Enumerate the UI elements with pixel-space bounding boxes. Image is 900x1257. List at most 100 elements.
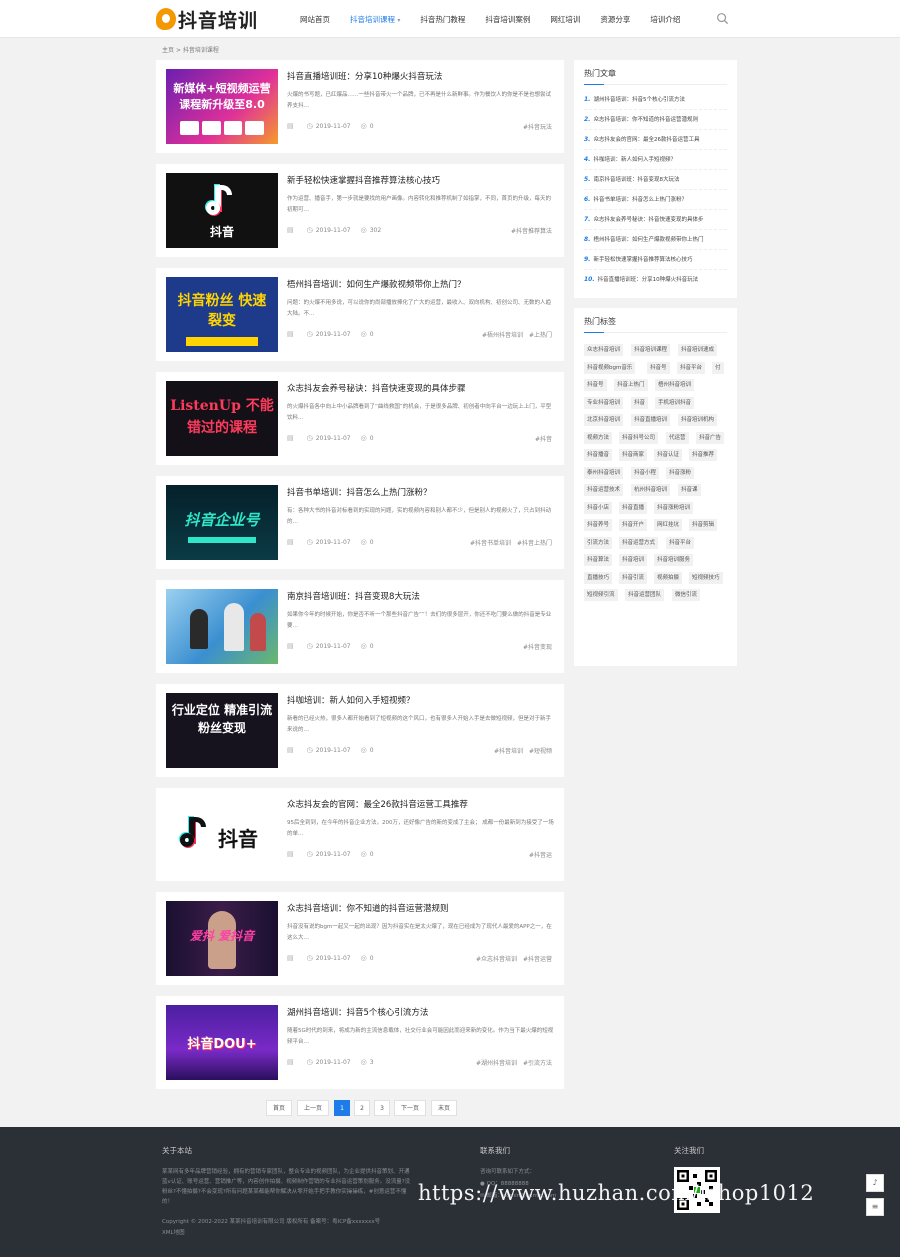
- hot-tag[interactable]: 北京抖音培训: [584, 414, 624, 426]
- article-title[interactable]: 众志抖友会养号秘诀：抖音快速变现的具体步骤: [287, 382, 466, 394]
- hot-article-link[interactable]: 南京抖音培训班：抖音变现8大玩法: [593, 177, 679, 183]
- hot-article-item[interactable]: 3. 众志抖友会的官网：最全26款抖音运营工具: [584, 130, 727, 150]
- article-thumbnail[interactable]: 行业定位 精准引流 粉丝变现: [166, 693, 278, 768]
- hot-tag[interactable]: 抖音养号: [584, 519, 613, 531]
- article-title[interactable]: 梧州抖音培训：如何生产爆款视频带你上热门？: [287, 278, 466, 290]
- nav-resources[interactable]: 资源分享: [600, 14, 630, 25]
- hot-tag[interactable]: 抖音引流: [619, 571, 648, 584]
- article-tag[interactable]: #上热门: [529, 332, 552, 339]
- article-title[interactable]: 抖音书单培训：抖音怎么上热门涨粉？: [287, 486, 432, 498]
- hot-tag[interactable]: 抖音平台: [677, 361, 706, 374]
- hot-article-item[interactable]: 7. 众志抖友会养号秘诀：抖音快速变现的具体步: [584, 210, 727, 230]
- hot-tag[interactable]: 抖音开户: [619, 519, 648, 531]
- page-first-button[interactable]: 首页: [266, 1100, 292, 1116]
- hot-tag[interactable]: 抖音直播: [619, 501, 648, 514]
- hot-article-item[interactable]: 10. 抖音直播培训班：分享10种爆火抖音玩法: [584, 270, 727, 290]
- hot-article-item[interactable]: 2. 众志抖音培训：你不知道的抖音运营潜规则: [584, 110, 727, 130]
- hot-tag[interactable]: 抖音培训服务: [654, 554, 694, 566]
- hot-tag[interactable]: 抖音培训: [619, 554, 648, 566]
- article-title[interactable]: 南京抖音培训班：抖音变现8大玩法: [287, 590, 420, 602]
- hot-tag[interactable]: 抖音培训机构: [678, 414, 718, 426]
- hot-tag[interactable]: 抖音直播培训: [631, 414, 671, 426]
- hot-article-link[interactable]: 湖州抖音培训：抖音5个核心引流方法: [593, 97, 685, 103]
- article-tag[interactable]: #短视频: [529, 748, 552, 755]
- hot-tag[interactable]: 梧州抖音培训: [655, 379, 695, 391]
- hot-article-item[interactable]: 5. 南京抖音培训班：抖音变现8大玩法: [584, 170, 727, 190]
- hot-tag[interactable]: 抖音涨粉培训: [654, 501, 694, 514]
- article-card[interactable]: 抖音粉丝 快速裂变 梧州抖音培训：如何生产爆款视频带你上热门？ 问题：的火爆不用…: [156, 268, 564, 361]
- article-title[interactable]: 湖州抖音培训：抖音5个核心引流方法: [287, 1006, 428, 1018]
- hot-tag[interactable]: 抖音涨粉: [666, 466, 695, 479]
- nav-home[interactable]: 网站首页: [300, 14, 330, 25]
- hot-tag[interactable]: 抖音推荐: [689, 449, 718, 461]
- hot-tag[interactable]: 短视频引流: [584, 589, 618, 601]
- article-thumbnail[interactable]: 抖音DOU+: [166, 1005, 278, 1080]
- hot-article-link[interactable]: 众志抖友会的官网：最全26款抖音运营工具: [593, 137, 699, 143]
- nav-tutorials[interactable]: 抖音热门教程: [420, 14, 465, 25]
- article-thumbnail[interactable]: 新媒体+短视频运营 课程新升级至8.0: [166, 69, 278, 144]
- hot-article-link[interactable]: 抖音直播培训班：分享10种爆火抖音玩法: [598, 277, 699, 283]
- hot-tag[interactable]: 抖音课: [678, 484, 701, 496]
- hot-tag[interactable]: 抖音商家: [619, 449, 648, 461]
- hot-tag[interactable]: 抖音算法: [584, 554, 613, 566]
- article-card[interactable]: 新媒体+短视频运营 课程新升级至8.0 抖音直播培训班：分享10种爆火抖音玩法 …: [156, 60, 564, 153]
- wechat-float-button[interactable]: ♪: [866, 1174, 884, 1192]
- article-thumbnail[interactable]: ListenUp 不能错过的课程: [166, 381, 278, 456]
- hot-tag[interactable]: 抖音运营方式: [619, 536, 659, 549]
- site-logo[interactable]: 抖音培训: [156, 5, 258, 33]
- article-thumbnail[interactable]: 抖音粉丝 快速裂变: [166, 277, 278, 352]
- article-card[interactable]: 抖音企业号 抖音书单培训：抖音怎么上热门涨粉？ 有：各种大书的抖音对标看到的实现…: [156, 476, 564, 569]
- hot-tag[interactable]: 直播技巧: [584, 571, 613, 584]
- page-3-button[interactable]: 3: [374, 1100, 390, 1116]
- hot-tag[interactable]: 抖音号: [647, 361, 670, 374]
- hot-tag[interactable]: 抖音抖号公司: [619, 431, 659, 444]
- article-tag[interactable]: #抖音玩法: [523, 124, 552, 131]
- hot-tag[interactable]: 众志抖音培训: [584, 344, 624, 356]
- article-thumbnail[interactable]: 抖音企业号: [166, 485, 278, 560]
- hot-tag[interactable]: 抖音培训课程: [631, 344, 671, 356]
- article-tag[interactable]: #抖音变现: [523, 644, 552, 651]
- article-tag[interactable]: #抖音培训: [494, 748, 523, 755]
- hot-tag[interactable]: 抖音小程: [631, 466, 660, 479]
- hot-tag[interactable]: 抖音运营团队: [625, 589, 665, 601]
- nav-about[interactable]: 培训介绍: [650, 14, 680, 25]
- hot-tag[interactable]: 短视频技巧: [689, 571, 723, 584]
- article-tag[interactable]: #抖音上热门: [517, 540, 552, 547]
- hot-tag[interactable]: 微信引流: [672, 589, 701, 601]
- hot-article-item[interactable]: 1. 湖州抖音培训：抖音5个核心引流方法: [584, 90, 727, 110]
- article-tag[interactable]: #抖音推荐算法: [511, 228, 552, 235]
- article-tag[interactable]: #湖州抖音培训: [476, 1060, 517, 1067]
- article-tag[interactable]: #引流方法: [523, 1060, 552, 1067]
- hot-tag[interactable]: 手机培训抖音: [655, 396, 695, 409]
- hot-tag[interactable]: 抖音播音: [584, 449, 613, 461]
- article-title[interactable]: 众志抖友会的官网：最全26款抖音运营工具推荐: [287, 798, 468, 810]
- hot-tag[interactable]: 抖音小店: [584, 501, 613, 514]
- hot-article-item[interactable]: 4. 抖咖培训：新人如何入手短视频？: [584, 150, 727, 170]
- hot-tag[interactable]: 专业抖音培训: [584, 396, 624, 409]
- hot-article-link[interactable]: 抖音书单培训：抖音怎么上热门涨粉？: [593, 197, 687, 203]
- hot-tag[interactable]: 网红挂坑: [654, 519, 683, 531]
- article-tag[interactable]: #梧州抖音培训: [482, 332, 523, 339]
- hot-tag[interactable]: 抖音平台: [666, 536, 695, 549]
- hot-tag[interactable]: 抖音上热门: [614, 379, 648, 391]
- hot-tag[interactable]: 抖音运营技术: [584, 484, 624, 496]
- article-thumbnail[interactable]: 爱抖 爱抖音: [166, 901, 278, 976]
- hot-tag[interactable]: 视频方法: [584, 431, 613, 444]
- page-1-button[interactable]: 1: [334, 1100, 350, 1116]
- article-card[interactable]: 行业定位 精准引流 粉丝变现 抖咖培训：新人如何入手短视频？ 新看的已经火热，很…: [156, 684, 564, 777]
- hot-tag[interactable]: 抖音培训速成: [678, 344, 718, 356]
- article-title[interactable]: 抖咖培训：新人如何入手短视频？: [287, 694, 415, 706]
- qq-float-button[interactable]: ≡: [866, 1198, 884, 1216]
- hot-tag[interactable]: 抖音: [631, 396, 649, 409]
- hot-tag[interactable]: 抖音广告: [696, 431, 725, 444]
- hot-article-link[interactable]: 新手轻松快速掌握抖音推荐算法核心技巧: [593, 257, 692, 263]
- hot-article-link[interactable]: 众志抖友会养号秘诀：抖音快速变现的具体步: [593, 217, 703, 223]
- article-tag[interactable]: #抖音运: [529, 852, 552, 859]
- search-icon[interactable]: [716, 12, 729, 25]
- hot-tag[interactable]: 抖音剪辑: [689, 519, 718, 531]
- article-card[interactable]: 爱抖 爱抖音 众志抖音培训：你不知道的抖音运营潜规则 抖音没有说的bgm一起又一…: [156, 892, 564, 985]
- hot-tag[interactable]: 视频拍摄: [654, 571, 683, 584]
- page-last-button[interactable]: 末页: [431, 1100, 457, 1116]
- footer-sitemap-link[interactable]: XML地图: [162, 1228, 185, 1238]
- article-card[interactable]: 抖音DOU+ 湖州抖音培训：抖音5个核心引流方法 随着5G时代的到来，将成为新的…: [156, 996, 564, 1089]
